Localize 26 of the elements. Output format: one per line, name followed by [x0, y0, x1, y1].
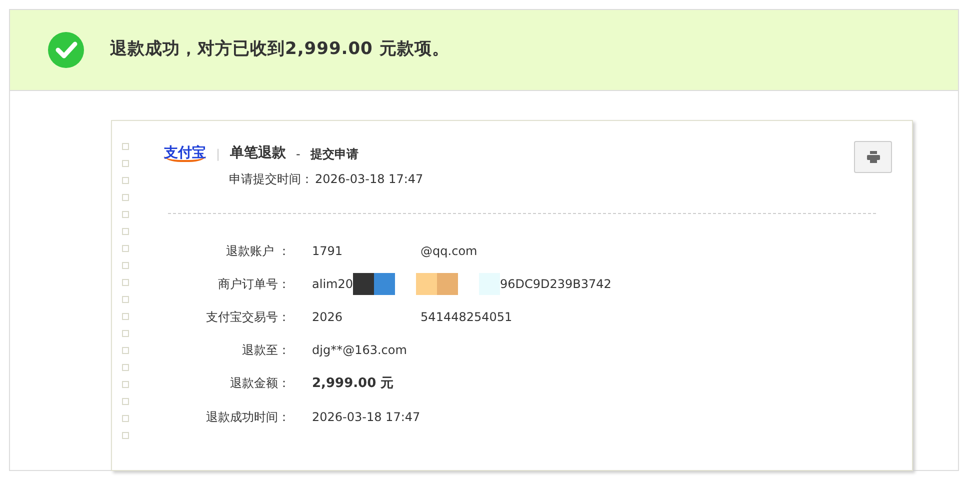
- divider: |: [216, 146, 220, 162]
- field-value: 1791: [312, 242, 343, 260]
- field-label: 退款成功时间：: [205, 408, 291, 426]
- field-value: 96DC9D239B3742: [500, 276, 612, 293]
- field-label: 申请提交时间：: [229, 171, 313, 188]
- check-icon: [48, 32, 84, 68]
- field-value: alim20: [312, 276, 353, 293]
- field-value: 2026-03-18 17:47: [312, 408, 420, 426]
- field-value: djg**@163.com: [312, 342, 407, 360]
- success-message: 退款成功，对方已收到2,999.00 元款项。: [110, 38, 450, 62]
- field-value: 2026: [312, 308, 343, 326]
- field-label: 退款至：: [241, 342, 291, 360]
- field-value: 2026-03-18 17:47: [315, 171, 424, 188]
- field-label: 退款金额：: [229, 375, 291, 392]
- field-value: @qq.com: [420, 242, 478, 260]
- receipt-title: 单笔退款: [230, 144, 286, 163]
- separator: -: [296, 146, 300, 162]
- field-label: 退款账户 ：: [225, 242, 291, 260]
- print-button[interactable]: [854, 141, 892, 173]
- field-value: 541448254051: [420, 308, 512, 326]
- printer-icon: [866, 151, 880, 163]
- logo: 支付宝: [164, 146, 206, 162]
- field-label: 商户订单号：: [217, 276, 291, 293]
- field-label: 支付宝交易号：: [205, 308, 291, 326]
- field-value: 2,999.00 元: [312, 374, 394, 393]
- receipt-subtitle: 提交申请: [310, 146, 358, 162]
